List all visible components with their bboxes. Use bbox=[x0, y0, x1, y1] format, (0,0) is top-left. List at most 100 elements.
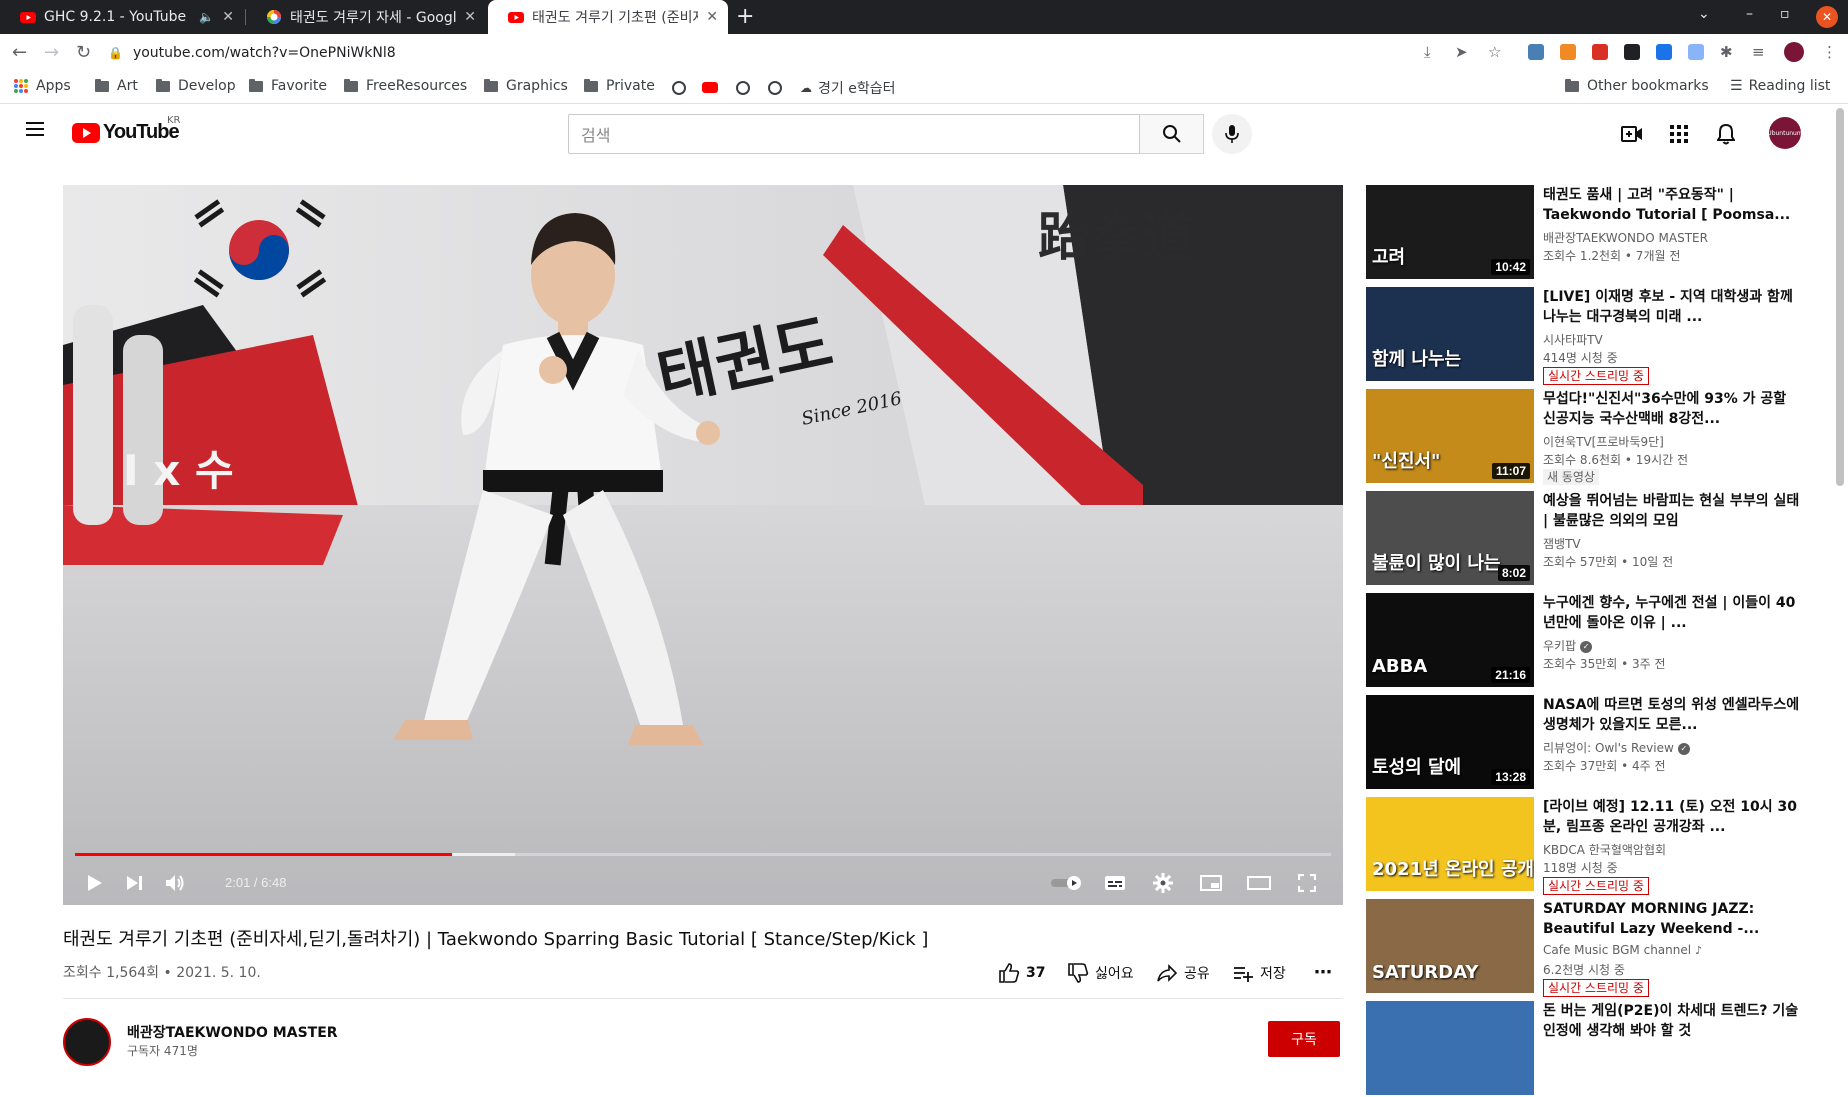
notifications-bell-icon[interactable] bbox=[1714, 122, 1738, 146]
bookmark-folder-art[interactable]: Art bbox=[95, 78, 138, 94]
voice-search-button[interactable] bbox=[1212, 114, 1252, 154]
reload-button[interactable]: ↻ bbox=[76, 42, 91, 63]
more-actions-button[interactable]: ⋯ bbox=[1314, 962, 1332, 983]
bookmark-globe[interactable] bbox=[768, 81, 782, 95]
bookmark-folder-private[interactable]: Private bbox=[584, 78, 655, 94]
recommendation-item[interactable]: 돈 버는 게임(P2E)이 차세대 트렌드? 기술 인정에 생각해 봐야 할 것 bbox=[1366, 1001, 1806, 1097]
search-input[interactable]: 검색 bbox=[568, 114, 1140, 154]
recommendation-item[interactable]: 고려 10:42 태권도 품새 | 고려 "주요동작" | Taekwondo Tu… bbox=[1366, 185, 1806, 281]
page-scrollbar[interactable] bbox=[1836, 108, 1844, 486]
media-queue-icon[interactable]: ≡ bbox=[1752, 43, 1765, 61]
recommendation-item[interactable]: 함께 나누는 [LIVE] 이재명 후보 - 지역 대학생과 함께 나누는 대구경… bbox=[1366, 287, 1806, 385]
maximize-button[interactable]: ▫ bbox=[1780, 6, 1790, 22]
video-thumbnail[interactable]: SATURDAY bbox=[1366, 899, 1534, 993]
close-icon[interactable]: ✕ bbox=[222, 9, 234, 25]
recommendation-title[interactable]: 예상을 뛰어넘는 바람피는 현실 부부의 실태 | 불륜많은 의외의 모임 bbox=[1543, 491, 1803, 531]
puzzle-icon[interactable]: ✱ bbox=[1720, 43, 1733, 61]
share-button[interactable]: 공유 bbox=[1156, 962, 1210, 984]
bookmark-folder-freeresources[interactable]: FreeResources bbox=[344, 78, 467, 94]
recommendation-item[interactable]: ABBA 21:16 누구에겐 향수, 누구에겐 전설 | 이들이 40년만에 돌아… bbox=[1366, 593, 1806, 689]
more-vert-icon[interactable]: ⋮ bbox=[1822, 43, 1837, 61]
bookmark-globe[interactable] bbox=[672, 81, 686, 95]
bookmark-folder-graphics[interactable]: Graphics bbox=[484, 78, 568, 94]
url-text[interactable]: youtube.com/watch?v=OnePNiWkNl8 bbox=[133, 45, 396, 61]
bookmark-star-icon[interactable]: ☆ bbox=[1488, 43, 1501, 61]
video-thumbnail[interactable]: "신진서" 11:07 bbox=[1366, 389, 1534, 483]
extension-icon[interactable] bbox=[1656, 44, 1672, 60]
tab-taekwondo-video[interactable]: 태권도 겨루기 기초편 (준비자 ✕ bbox=[488, 0, 728, 34]
lock-icon[interactable]: 🔒 bbox=[108, 46, 123, 60]
save-button[interactable]: 저장 bbox=[1232, 962, 1286, 984]
dislike-button[interactable]: 싫어요 bbox=[1067, 962, 1134, 984]
recommendation-channel[interactable]: 잼뱅TV bbox=[1543, 535, 1581, 552]
video-thumbnail[interactable]: 토성의 달에 13:28 bbox=[1366, 695, 1534, 789]
video-thumbnail[interactable] bbox=[1366, 1001, 1534, 1095]
bookmark-other[interactable]: Other bookmarks bbox=[1565, 78, 1709, 94]
recommendation-item[interactable]: SATURDAY SATURDAY MORNING JAZZ: Beautiful… bbox=[1366, 899, 1806, 997]
send-icon[interactable]: ➤ bbox=[1455, 43, 1468, 61]
speaker-icon[interactable]: 🔈 bbox=[199, 10, 214, 24]
profile-avatar[interactable] bbox=[1784, 42, 1804, 62]
close-icon[interactable]: ✕ bbox=[464, 9, 476, 25]
extension-icon[interactable] bbox=[1688, 44, 1704, 60]
volume-button[interactable] bbox=[155, 861, 195, 905]
recommendation-channel[interactable]: 이현욱TV[프로바둑9단] bbox=[1543, 433, 1664, 450]
recommendation-channel[interactable]: 우키팝 ✓ bbox=[1543, 637, 1593, 654]
recommendation-title[interactable]: 누구에겐 향수, 누구에겐 전설 | 이들이 40년만에 돌아온 이유 | ..… bbox=[1543, 593, 1803, 633]
window-close-button[interactable]: ✕ bbox=[1816, 6, 1838, 28]
tab-search-icon[interactable]: ⌄ bbox=[1698, 6, 1710, 22]
like-button[interactable]: 37 bbox=[998, 962, 1045, 984]
theater-mode-button[interactable] bbox=[1237, 861, 1281, 905]
reading-list[interactable]: ☰ Reading list bbox=[1730, 78, 1830, 94]
video-thumbnail[interactable]: 고려 10:42 bbox=[1366, 185, 1534, 279]
channel-avatar[interactable] bbox=[63, 1018, 111, 1066]
address-bar[interactable]: 🔒 youtube.com/watch?v=OnePNiWkNl8 bbox=[108, 38, 1480, 68]
play-button[interactable] bbox=[75, 861, 115, 905]
extension-icon[interactable] bbox=[1624, 44, 1640, 60]
bookmark-globe[interactable] bbox=[736, 81, 750, 95]
recommendation-channel[interactable]: 리뷰엉이: Owl's Review ✓ bbox=[1543, 739, 1690, 756]
recommendation-title[interactable]: 돈 버는 게임(P2E)이 차세대 트렌드? 기술 인정에 생각해 봐야 할 것 bbox=[1543, 1001, 1803, 1041]
settings-button[interactable] bbox=[1141, 861, 1185, 905]
subtitles-button[interactable] bbox=[1093, 861, 1137, 905]
recommendation-channel[interactable]: 시사타파TV bbox=[1543, 331, 1603, 348]
video-thumbnail[interactable]: 2021년 온라인 공개강좌 bbox=[1366, 797, 1534, 891]
next-button[interactable] bbox=[115, 861, 155, 905]
bookmark-gyeonggi[interactable]: ☁ 경기 e학습터 bbox=[800, 78, 895, 98]
miniplayer-button[interactable] bbox=[1189, 861, 1233, 905]
video-thumbnail[interactable]: 불륜이 많이 나는 8:02 bbox=[1366, 491, 1534, 585]
bookmark-folder-favorite[interactable]: Favorite bbox=[249, 78, 327, 94]
video-thumbnail[interactable]: 함께 나누는 bbox=[1366, 287, 1534, 381]
recommendation-title[interactable]: [라이브 예정] 12.11 (토) 오전 10시 30분, 림프종 온라인 공… bbox=[1543, 797, 1803, 837]
subscribe-button[interactable]: 구독 bbox=[1268, 1021, 1340, 1057]
forward-button[interactable]: → bbox=[44, 42, 59, 63]
recommendation-item[interactable]: "신진서" 11:07 무섭다!"신진서"36수만에 93% 가 공할 신공지능 국… bbox=[1366, 389, 1806, 485]
close-icon[interactable]: ✕ bbox=[706, 9, 718, 25]
youtube-logo[interactable]: YouTube KR bbox=[72, 115, 181, 144]
fullscreen-button[interactable] bbox=[1285, 861, 1329, 905]
progress-bar[interactable] bbox=[75, 853, 1331, 856]
new-tab-button[interactable]: + bbox=[736, 4, 754, 29]
recommendation-title[interactable]: [LIVE] 이재명 후보 - 지역 대학생과 함께 나누는 대구경북의 미래 … bbox=[1543, 287, 1803, 327]
search-button[interactable] bbox=[1140, 114, 1204, 154]
bookmark-youtube[interactable] bbox=[702, 82, 718, 93]
video-thumbnail[interactable]: ABBA 21:16 bbox=[1366, 593, 1534, 687]
recommendation-item[interactable]: 토성의 달에 13:28 NASA에 따르면 토성의 위성 엔셀라두스에 생명체가 … bbox=[1366, 695, 1806, 791]
hamburger-menu-icon[interactable] bbox=[26, 122, 44, 136]
tab-ghc-youtube[interactable]: GHC 9.2.1 - YouTube 🔈 ✕ bbox=[0, 0, 244, 34]
video-player[interactable]: I x 수 跆拳道 태권도 Since 2016 2:01 / 6:48 bbox=[63, 185, 1343, 905]
extension-icon[interactable] bbox=[1592, 44, 1608, 60]
autoplay-toggle[interactable] bbox=[1045, 861, 1089, 905]
bookmark-apps[interactable]: Apps bbox=[14, 78, 71, 94]
recommendation-item[interactable]: 불륜이 많이 나는 8:02 예상을 뛰어넘는 바람피는 현실 부부의 실태 | 불… bbox=[1366, 491, 1806, 587]
account-avatar[interactable]: Ubuntunum bbox=[1767, 117, 1803, 149]
extension-icon[interactable] bbox=[1528, 44, 1544, 60]
back-button[interactable]: ← bbox=[12, 42, 27, 63]
minimize-button[interactable]: – bbox=[1746, 6, 1753, 22]
bookmark-folder-develop[interactable]: Develop bbox=[156, 78, 236, 94]
install-icon[interactable]: ⤓ bbox=[1424, 43, 1431, 61]
extension-icon[interactable] bbox=[1560, 44, 1576, 60]
recommendation-channel[interactable]: KBDCA 한국혈액암협회 bbox=[1543, 841, 1666, 858]
recommendation-channel[interactable]: 배관장TAEKWONDO MASTER bbox=[1543, 229, 1708, 246]
recommendation-item[interactable]: 2021년 온라인 공개강좌 [라이브 예정] 12.11 (토) 오전 10시 … bbox=[1366, 797, 1806, 895]
